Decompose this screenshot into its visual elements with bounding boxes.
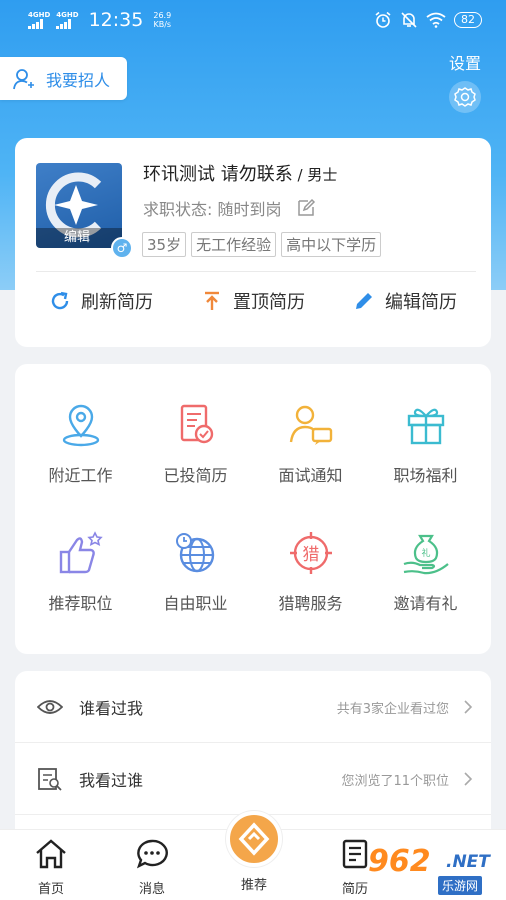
feature-nearby-jobs[interactable]: 附近工作: [21, 402, 140, 486]
refresh-resume-button[interactable]: 刷新简历: [49, 288, 153, 314]
job-status: 求职状态: 随时到岗: [143, 196, 316, 220]
feature-recommended-jobs[interactable]: 推荐职位: [21, 530, 140, 614]
feature-workplace-benefits[interactable]: 职场福利: [366, 402, 485, 486]
avatar[interactable]: 编辑: [36, 163, 122, 248]
user-switch-icon: [13, 68, 34, 89]
tab-label: 推荐: [240, 878, 267, 893]
interview-icon: [289, 405, 332, 445]
feature-freelance[interactable]: 自由职业: [136, 530, 255, 614]
speed-value: 26.9: [153, 11, 172, 20]
tab-label: 首页: [37, 882, 64, 897]
recruit-label: 我要招人: [46, 70, 111, 90]
money-hand-icon: 礼: [403, 534, 449, 575]
refresh-icon: [51, 291, 69, 310]
feature-sent-resumes[interactable]: 已投简历: [136, 402, 255, 486]
settings-label: 设置: [448, 54, 481, 73]
resume-actions: 刷新简历 置顶简历 编辑简历: [15, 288, 491, 314]
battery-indicator: 82: [454, 12, 482, 28]
signal-icon: 4GHD: [56, 10, 79, 29]
clock: 12:35: [88, 9, 144, 31]
profile-name: 环讯测试 请勿联系: [143, 164, 293, 185]
eye-icon: [37, 700, 63, 714]
feature-label: 猎聘服务: [278, 594, 343, 613]
list-item-who-viewed-me[interactable]: 谁看过我 共有3家企业看过您: [15, 671, 491, 743]
location-icon: [62, 404, 99, 447]
list-item-title: 我看过谁: [79, 771, 144, 790]
feature-interview-notice[interactable]: 面试通知: [251, 402, 370, 486]
signal-icon: 4GHD: [28, 10, 51, 29]
feature-label: 附近工作: [48, 466, 113, 485]
svg-text:礼: 礼: [421, 547, 430, 559]
feature-label: 职场福利: [393, 466, 458, 485]
wifi-icon: [426, 12, 446, 28]
feature-label: 邀请有礼: [393, 594, 458, 613]
list-item-who-i-viewed[interactable]: 我看过谁 您浏览了11个职位: [15, 743, 491, 815]
status-bar: 4GHD 4GHD 12:35 26.9 KB/s 82: [0, 0, 506, 40]
network-speed: 26.9 KB/s: [153, 11, 171, 29]
edit-status-icon[interactable]: [296, 198, 316, 218]
profile-name-line: 环讯测试 请勿联系 / 男士: [143, 160, 337, 186]
list-item-info: 您浏览了11个职位: [341, 773, 449, 789]
refresh-resume-label: 刷新简历: [81, 292, 153, 313]
feature-label: 推荐职位: [48, 594, 113, 613]
feature-invite-gift[interactable]: 礼 邀请有礼: [366, 530, 485, 614]
mute-bell-icon: [401, 12, 417, 28]
divider: [36, 271, 476, 272]
pencil-icon: [356, 293, 372, 309]
job-status-value: 随时到岗: [217, 200, 282, 219]
features-grid: 附近工作 已投简历 面试通知 职场福利 推荐职位 自由职业 猎 猎聘服务 礼 邀…: [15, 364, 491, 654]
svg-text:猎: 猎: [302, 545, 319, 565]
watermark-suffix: .NET: [446, 852, 490, 872]
tag-age: 35岁: [142, 232, 187, 257]
profile-gender: 男士: [307, 166, 338, 184]
feature-label: 已投简历: [163, 466, 228, 485]
avatar-edit-label: 编辑: [36, 228, 122, 248]
gift-icon: [407, 408, 444, 445]
recommend-icon: [238, 822, 270, 856]
target-icon: 猎: [289, 532, 332, 574]
watermark-site-name: 乐游网: [438, 876, 483, 895]
tag-education: 高中以下学历: [281, 232, 382, 257]
pin-top-icon: [205, 291, 219, 310]
tab-home[interactable]: 首页: [16, 838, 86, 897]
watermark-number: 962: [368, 844, 431, 879]
list-item-info: 共有3家企业看过您: [336, 701, 449, 717]
settings-button[interactable]: 设置: [444, 50, 486, 118]
pin-resume-label: 置顶简历: [233, 292, 305, 313]
alarm-icon: [375, 11, 391, 28]
feature-headhunting-service[interactable]: 猎 猎聘服务: [251, 530, 370, 614]
edit-resume-button[interactable]: 编辑简历: [353, 288, 457, 314]
tab-messages[interactable]: 消息: [117, 838, 187, 897]
speed-unit: KB/s: [153, 20, 172, 29]
pin-resume-button[interactable]: 置顶简历: [201, 288, 305, 314]
gender-male-icon: ♂: [111, 237, 133, 259]
resume-icon: [342, 839, 368, 869]
tab-label: 消息: [138, 882, 165, 897]
edit-resume-label: 编辑简历: [385, 292, 457, 313]
recruit-button[interactable]: 我要招人: [0, 57, 127, 100]
globe-icon: [175, 533, 214, 573]
network-type-2: 4GHD: [56, 10, 79, 19]
profile-card: 编辑 ♂ 环讯测试 请勿联系 / 男士 求职状态: 随时到岗 35岁 无工作经验…: [15, 138, 491, 347]
feature-label: 自由职业: [163, 594, 228, 613]
gear-icon: [449, 81, 481, 113]
gender-separator: /: [292, 166, 308, 184]
resume-sent-icon: [180, 404, 213, 444]
thumbs-up-icon: [59, 531, 103, 574]
chevron-right-icon: [464, 772, 473, 786]
tab-recommend[interactable]: [226, 811, 282, 867]
network-type-1: 4GHD: [28, 10, 51, 19]
profile-tags: 35岁 无工作经验 高中以下学历: [142, 232, 382, 257]
feature-label: 面试通知: [278, 466, 343, 485]
message-icon: [136, 839, 168, 869]
list-item-title: 谁看过我: [79, 699, 144, 718]
browse-history-icon: [38, 768, 62, 791]
watermark-logo: 962 .NET 乐游网: [368, 842, 502, 898]
tag-experience: 无工作经验: [191, 232, 277, 257]
home-icon: [36, 839, 66, 869]
chevron-right-icon: [464, 700, 473, 714]
job-status-label: 求职状态:: [143, 200, 213, 219]
